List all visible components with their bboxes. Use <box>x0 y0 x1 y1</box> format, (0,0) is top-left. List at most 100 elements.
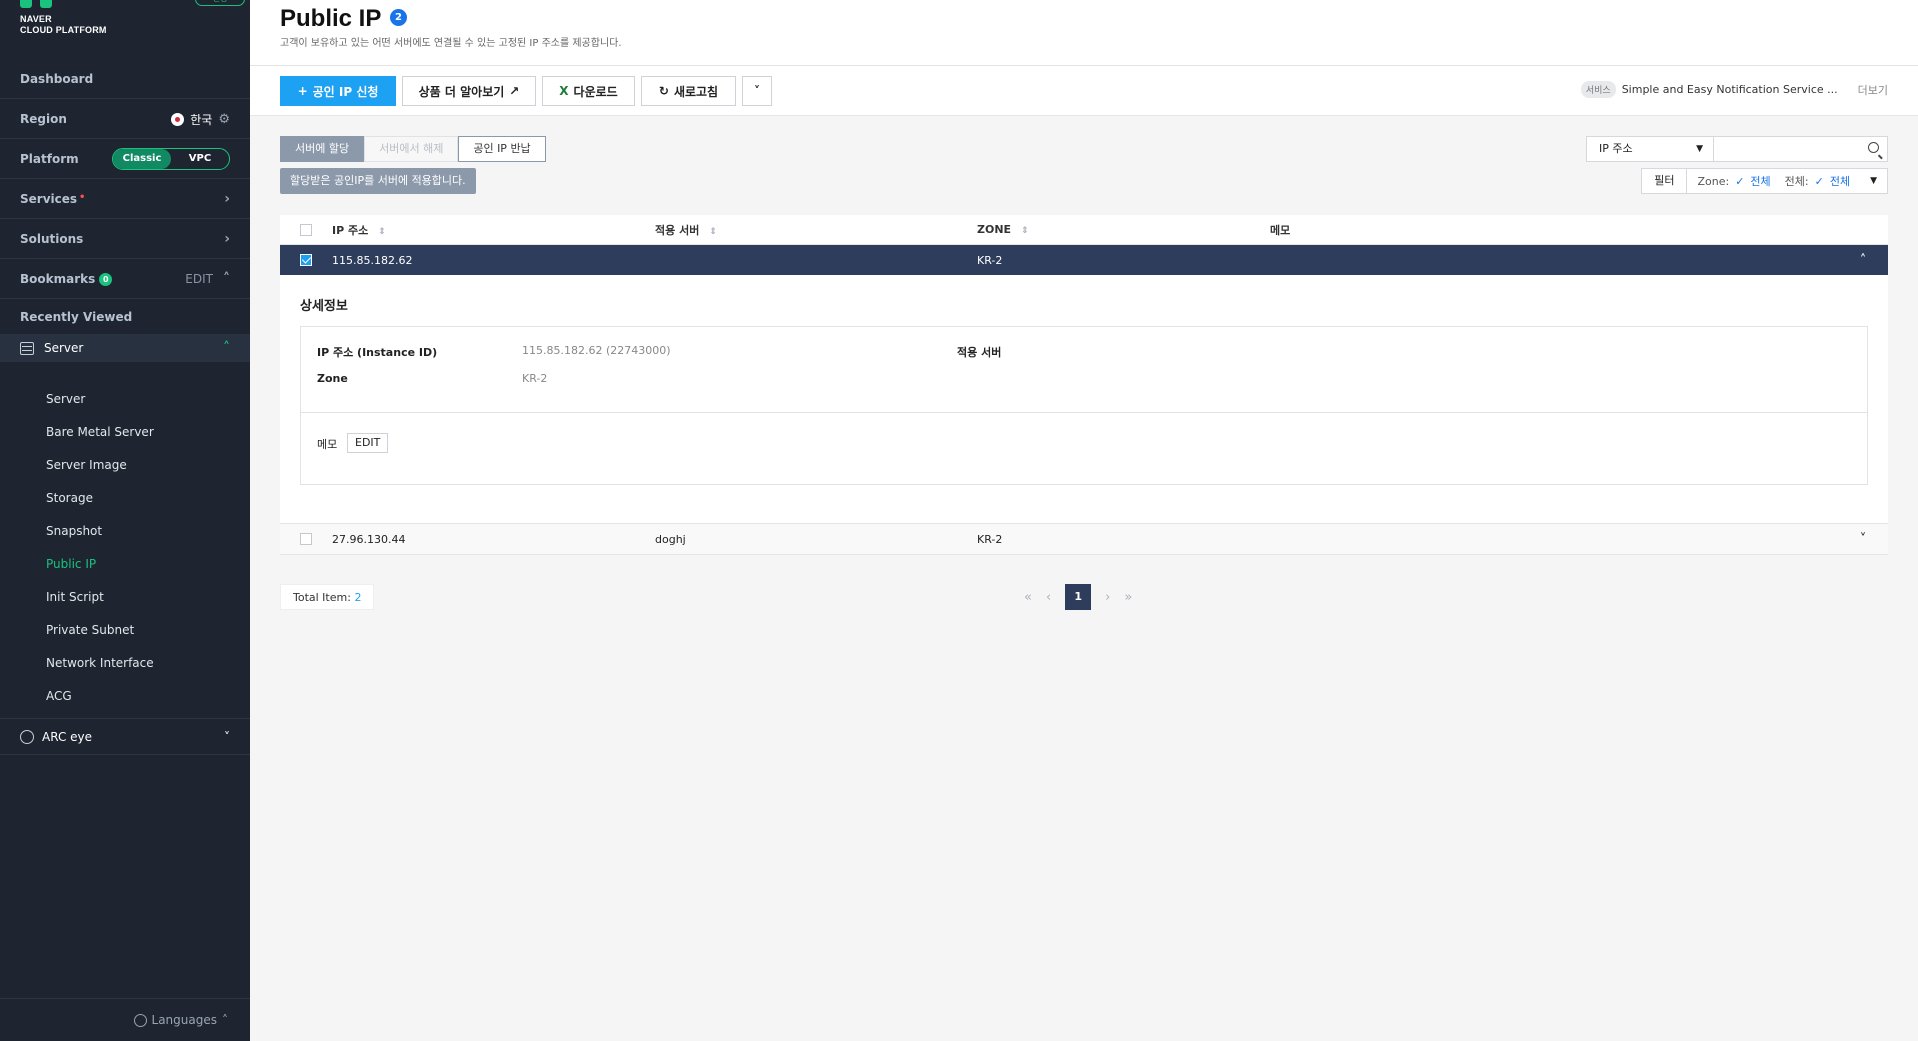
nav-services[interactable]: Services • › <box>0 180 250 219</box>
assign-to-server-button[interactable]: 서버에 할당 <box>280 136 365 162</box>
chevron-down-icon: ˅ <box>754 84 760 98</box>
filter-values[interactable]: Zone: ✓ 전체 전체: ✓ 전체 <box>1687 173 1860 189</box>
sidebar-item-acg[interactable]: ACG <box>46 689 72 703</box>
sort-icon[interactable]: ⇕ <box>1021 226 1029 236</box>
nav-bookmarks[interactable]: Bookmarks 0 EDIT ˄ <box>0 260 250 299</box>
action-tooltip: 할당받은 공인IP를 서버에 적용합니다. <box>280 168 476 194</box>
sort-icon[interactable]: ⇕ <box>378 227 386 237</box>
server-icon <box>20 341 34 355</box>
languages-selector[interactable]: Languages ˄ <box>0 998 250 1041</box>
nav-region-label: Region <box>20 112 67 126</box>
chevron-up-icon[interactable]: ˄ <box>1838 253 1888 268</box>
nav-solutions-label: Solutions <box>20 232 84 246</box>
korea-flag-icon <box>171 112 185 126</box>
detail-title: 상세정보 <box>300 299 348 314</box>
next-page-icon[interactable]: › <box>1105 590 1110 605</box>
platform-classic[interactable]: Classic <box>113 149 171 169</box>
apply-public-ip-label: 공인 IP 신청 <box>312 84 379 99</box>
search-field-select[interactable]: IP 주소 ▼ <box>1586 136 1714 162</box>
chevron-down-icon[interactable]: ˅ <box>1838 532 1888 547</box>
current-page[interactable]: 1 <box>1065 584 1092 610</box>
nav-solutions[interactable]: Solutions › <box>0 220 250 259</box>
sidebar-item-server-image[interactable]: Server Image <box>46 458 127 472</box>
row-checkbox[interactable] <box>300 254 312 266</box>
page-header: Public IP 2 고객이 보유하고 있는 어떤 서버에도 연결될 수 있는… <box>250 0 1918 66</box>
sidebar-item-storage[interactable]: Storage <box>46 491 93 505</box>
search-input[interactable] <box>1714 136 1888 162</box>
nav-recently-viewed[interactable]: Recently Viewed <box>0 300 250 334</box>
table-row[interactable]: 115.85.182.62 KR-2 ˄ <box>280 245 1888 275</box>
detail-memo-label: 메모 <box>317 438 338 451</box>
learn-more-button[interactable]: 상품 더 알아보기 ↗ <box>402 76 536 106</box>
sidebar-item-public-ip[interactable]: Public IP <box>46 557 96 571</box>
count-badge: 2 <box>390 9 407 26</box>
sidebar-item-private-subnet[interactable]: Private Subnet <box>46 623 134 637</box>
external-link-icon: ↗ <box>509 84 520 98</box>
nav-region[interactable]: Region 한국 ⚙ <box>0 100 250 139</box>
total-value: 2 <box>354 591 362 604</box>
platform-toggle[interactable]: Classic VPC <box>112 148 230 170</box>
return-public-ip-button[interactable]: 공인 IP 반납 <box>458 136 546 162</box>
nav-arc-eye[interactable]: ARC eye ˅ <box>0 718 250 755</box>
nav-dashboard-label: Dashboard <box>20 72 94 86</box>
zone-filter-label: Zone: <box>1697 174 1730 188</box>
cell-ip: 27.96.130.44 <box>332 532 406 546</box>
all-filter-label: 전체: <box>1784 175 1809 188</box>
table-row[interactable]: 27.96.130.44 doghj KR-2 ˅ <box>280 523 1888 555</box>
sort-icon[interactable]: ⇕ <box>709 227 717 237</box>
detail-ip-value: 115.85.182.62 (22743000) <box>522 344 671 357</box>
service-name[interactable]: Simple and Easy Notification Service ... <box>1622 83 1838 96</box>
cell-zone: KR-2 <box>977 253 1003 267</box>
gear-icon[interactable]: ⚙ <box>218 112 230 127</box>
cell-ip: 115.85.182.62 <box>332 253 413 267</box>
naver-logo-icon <box>20 0 64 8</box>
apply-public-ip-button[interactable]: + 공인 IP 신청 <box>280 76 396 106</box>
row-checkbox[interactable] <box>300 533 312 545</box>
nav-arc-eye-label: ARC eye <box>42 729 93 744</box>
more-link[interactable]: 더보기 <box>1858 82 1888 98</box>
filter-bar: 필터 Zone: ✓ 전체 전체: ✓ 전체 ▼ <box>1641 168 1888 194</box>
header-zone[interactable]: ZONE <box>977 223 1011 236</box>
bookmarks-edit[interactable]: EDIT <box>185 272 213 286</box>
sidebar-item-network-interface[interactable]: Network Interface <box>46 656 154 670</box>
chevron-up-icon[interactable]: ˄ <box>223 271 230 287</box>
chevron-up-icon: ˄ <box>223 340 230 356</box>
last-page-icon[interactable]: » <box>1124 590 1132 605</box>
download-button[interactable]: X 다운로드 <box>542 76 635 106</box>
brand-badge[interactable]: 신청 <box>195 0 245 6</box>
search-bar: IP 주소 ▼ <box>1586 136 1888 162</box>
select-all-checkbox[interactable] <box>300 223 312 236</box>
header-server[interactable]: 적용 서버 <box>655 224 699 237</box>
total-items: Total Item: 2 <box>280 584 375 610</box>
platform-vpc[interactable]: VPC <box>171 149 229 169</box>
sidebar-item-snapshot[interactable]: Snapshot <box>46 524 102 538</box>
sidebar-item-bare-metal[interactable]: Bare Metal Server <box>46 425 154 439</box>
header-ip[interactable]: IP 주소 <box>332 224 368 237</box>
check-icon: ✓ <box>1814 174 1824 188</box>
brand-line2: CLOUD PLATFORM <box>20 25 107 35</box>
sidebar-item-server[interactable]: Server <box>46 392 85 406</box>
search-icon[interactable] <box>1868 142 1879 153</box>
sidebar-item-init-script[interactable]: Init Script <box>46 590 104 604</box>
filter-button[interactable]: 필터 <box>1642 169 1688 193</box>
refresh-button[interactable]: ↻ 새로고침 <box>641 76 736 106</box>
learn-more-label: 상품 더 알아보기 <box>418 84 505 99</box>
memo-edit-button[interactable]: EDIT <box>347 433 389 453</box>
chevron-up-icon: ˄ <box>222 1013 228 1027</box>
first-page-icon[interactable]: « <box>1024 590 1032 605</box>
service-notice: 서비스 Simple and Easy Notification Service… <box>1580 81 1888 98</box>
prev-page-icon[interactable]: ‹ <box>1046 590 1051 605</box>
page-description: 고객이 보유하고 있는 어떤 서버에도 연결될 수 있는 고정된 IP 주소를 … <box>280 38 622 49</box>
caret-down-icon[interactable]: ▼ <box>1870 176 1877 186</box>
cell-server: doghj <box>655 532 686 546</box>
page-title: Public IP <box>280 5 382 32</box>
chevron-down-icon: ˅ <box>224 729 230 744</box>
nav-dashboard[interactable]: Dashboard <box>0 60 250 99</box>
total-label: Total Item: <box>293 591 351 604</box>
nav-recently-viewed-label: Recently Viewed <box>20 310 133 324</box>
unassign-from-server-button[interactable]: 서버에서 해제 <box>364 136 459 162</box>
plus-icon: + <box>297 84 308 98</box>
detail-divider <box>301 412 1867 413</box>
nav-server-group[interactable]: Server ˄ <box>0 334 250 362</box>
more-actions-button[interactable]: ˅ <box>742 76 772 106</box>
